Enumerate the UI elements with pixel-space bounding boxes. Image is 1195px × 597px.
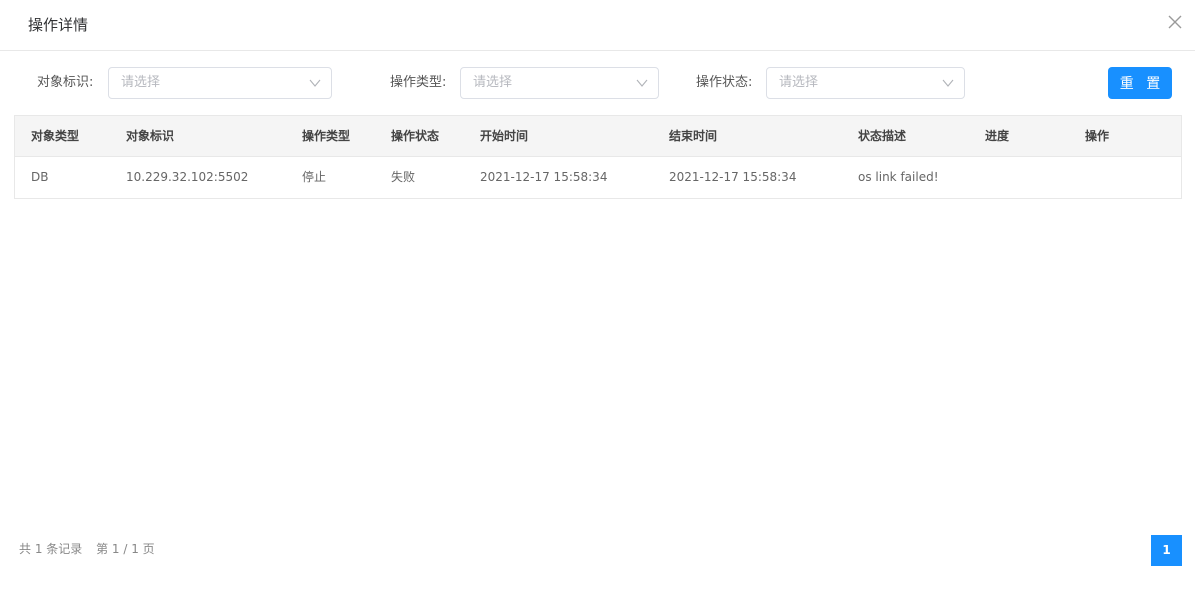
page-indicator-text: 第 1 / 1 页 [96,542,155,556]
table-header: 对象类型 对象标识 操作类型 操作状态 开始时间 结束时间 状态描述 进度 操作 [15,116,1181,157]
cell-object-id: 10.229.32.102:5502 [126,170,249,184]
pagination-info: 共 1 条记录 第 1 / 1 页 [19,540,165,557]
column-header-actions[interactable]: 操作 [1085,116,1109,157]
dialog-header: 操作详情 [0,0,1195,51]
chevron-down-icon [636,79,648,87]
close-icon[interactable] [1166,13,1184,31]
column-header-status-desc[interactable]: 状态描述 [858,116,906,157]
cell-object-type: DB [31,170,49,184]
cell-op-status: 失败 [391,170,416,184]
cell-end-time: 2021-12-17 15:58:34 [669,170,797,184]
page-number-button[interactable]: 1 [1151,535,1182,566]
op-status-select[interactable]: 请选择 [766,67,965,99]
cell-status-desc: os link failed! [858,170,939,184]
cell-op-type: 停止 [302,170,327,184]
total-records-text: 共 1 条记录 [19,542,83,556]
op-type-label: 操作类型: [390,75,447,90]
dialog-title: 操作详情 [28,16,89,34]
op-status-label: 操作状态: [696,75,753,90]
column-header-op-status[interactable]: 操作状态 [391,116,439,157]
column-header-object-id[interactable]: 对象标识 [126,116,174,157]
filter-bar: 对象标识: 请选择 操作类型: 请选择 操作状态: 请选择 重 置 [0,67,1195,99]
column-header-progress[interactable]: 进度 [985,116,1009,157]
table-row[interactable]: DB 10.229.32.102:5502 停止 失败 2021-12-17 1… [15,157,1181,198]
op-type-select[interactable]: 请选择 [460,67,659,99]
column-header-end-time[interactable]: 结束时间 [669,116,717,157]
reset-button[interactable]: 重 置 [1108,67,1172,99]
operation-details-dialog: 操作详情 对象标识: 请选择 操作类型: 请选择 操作状态: 请选择 重 置 对… [0,0,1195,597]
column-header-op-type[interactable]: 操作类型 [302,116,350,157]
column-header-object-type[interactable]: 对象类型 [31,116,79,157]
object-id-label: 对象标识: [37,75,94,90]
op-status-placeholder: 请选择 [779,75,819,90]
op-type-placeholder: 请选择 [473,75,513,90]
chevron-down-icon [942,79,954,87]
chevron-down-icon [309,79,321,87]
operations-table: 对象类型 对象标识 操作类型 操作状态 开始时间 结束时间 状态描述 进度 操作… [14,115,1182,199]
object-id-placeholder: 请选择 [121,75,161,90]
object-id-select[interactable]: 请选择 [108,67,332,99]
column-header-start-time[interactable]: 开始时间 [480,116,528,157]
cell-start-time: 2021-12-17 15:58:34 [480,170,608,184]
